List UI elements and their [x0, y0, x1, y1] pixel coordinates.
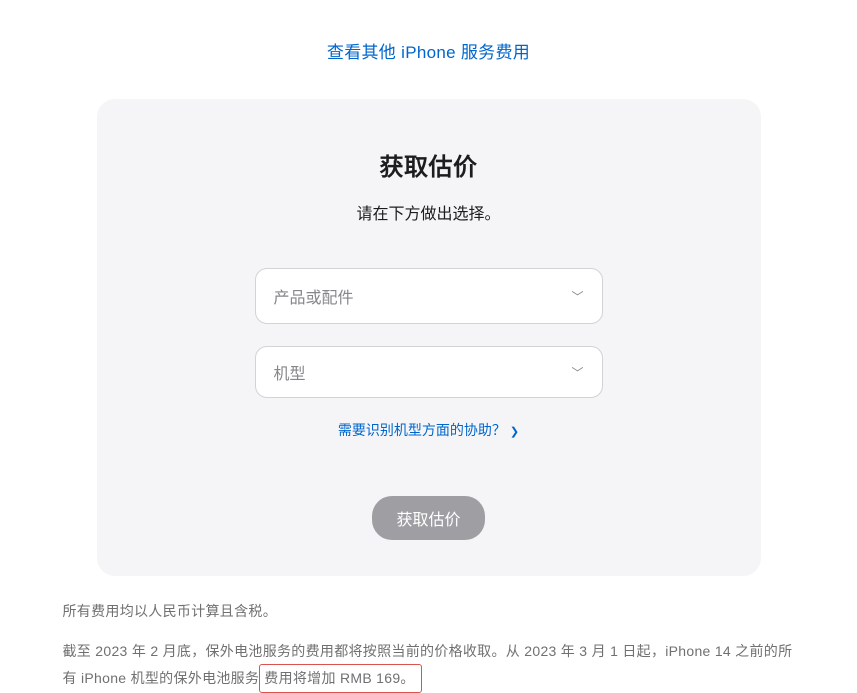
get-estimate-button[interactable]: 获取估价 [372, 496, 484, 540]
product-select-placeholder: 产品或配件 [274, 284, 354, 308]
chevron-down-icon: ﹀ [571, 364, 583, 381]
model-select[interactable]: 机型 ﹀ [255, 346, 603, 398]
footer-line-2-prefix: 截至 2023 年 2 月底，保外电池服务的费用都将按照当前的价格收取。从 20… [63, 643, 793, 686]
footer-line-1: 所有费用均以人民币计算且含税。 [63, 600, 795, 624]
chevron-right-icon: ❯ [510, 426, 519, 438]
model-select-placeholder: 机型 [274, 360, 306, 384]
estimate-card: 获取估价 请在下方做出选择。 产品或配件 ﹀ 机型 ﹀ 需要识别机型方面的协助？… [97, 99, 761, 576]
model-select-wrapper: 机型 ﹀ [255, 346, 603, 398]
view-other-services-link[interactable]: 查看其他 iPhone 服务费用 [327, 43, 530, 62]
top-link-container: 查看其他 iPhone 服务费用 [0, 38, 857, 63]
product-select[interactable]: 产品或配件 ﹀ [255, 268, 603, 324]
card-title: 获取估价 [137, 147, 721, 182]
footer-line-2: 截至 2023 年 2 月底，保外电池服务的费用都将按照当前的价格收取。从 20… [63, 640, 795, 693]
footer-notes: 所有费用均以人民币计算且含税。 截至 2023 年 2 月底，保外电池服务的费用… [49, 600, 809, 693]
help-link-text: 需要识别机型方面的协助？ [338, 422, 506, 438]
identify-model-help-link[interactable]: 需要识别机型方面的协助？ ❯ [338, 422, 519, 438]
card-subtitle: 请在下方做出选择。 [137, 200, 721, 224]
help-link-container: 需要识别机型方面的协助？ ❯ [137, 420, 721, 440]
product-select-wrapper: 产品或配件 ﹀ [255, 268, 603, 324]
price-increase-highlight: 费用将增加 RMB 169。 [259, 664, 421, 693]
chevron-down-icon: ﹀ [571, 288, 583, 305]
